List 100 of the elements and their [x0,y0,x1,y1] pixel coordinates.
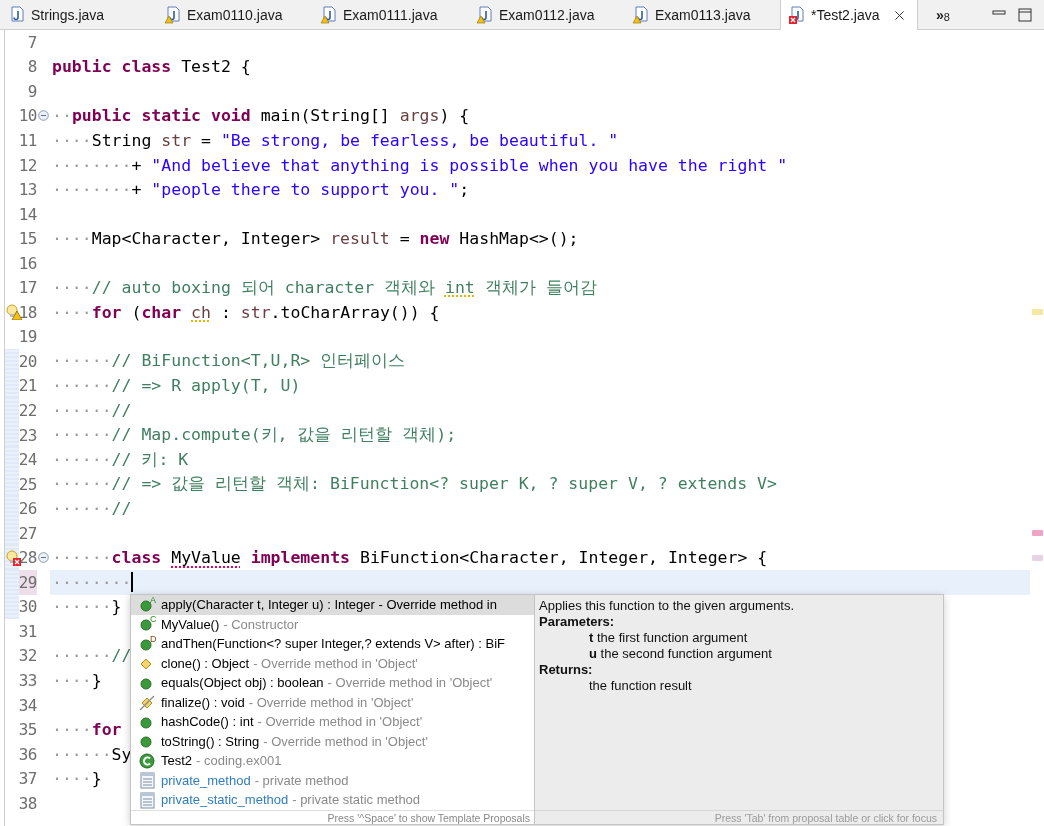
line-number: 9 [27,81,37,101]
line-number: 30 [18,597,37,617]
line-number: 28 [18,548,37,568]
java-file-warning-icon [477,5,493,24]
proposal-item[interactable]: C MyValue() - Constructor [131,614,534,634]
line-number: 37 [18,769,37,789]
line-number: 23 [18,425,37,445]
collapse-icon[interactable] [38,552,49,564]
editor-tab[interactable]: Exam0110.java [156,0,312,29]
line-number: 24 [18,450,37,470]
code-line: ······// 키: K [52,448,189,471]
line-number: 26 [18,499,37,519]
code-line: ····for (char ch : str.toCharArray()) { [52,302,440,322]
line-number: 7 [27,32,37,52]
overview-ruler-marker[interactable] [1031,309,1043,316]
hint-text: Press 'Tab' from proposal table or click for focus [714,811,937,824]
doc-text: u the second function argument [588,646,773,662]
proposal-item[interactable]: clone() : Object - Override method in 'Object' [131,653,534,673]
lightbulb-error-icon[interactable] [6,549,22,566]
line-number: 22 [18,400,37,420]
proposal-item[interactable]: private_method - private method [131,770,534,790]
overview-ruler-marker[interactable] [1031,530,1043,537]
line-number: 35 [18,720,37,740]
line-number: 13 [18,180,37,200]
java-file-warning-icon [165,5,181,24]
line-number: 8 [27,57,37,77]
editor-tab[interactable]: Exam0111.java [312,0,468,29]
proposal-item[interactable]: Test2 - coding.ex001 [131,751,534,771]
code-line: ······// [52,400,132,420]
line-number: 10 [18,106,37,126]
doc-summary: Applies this function to the given arguments. [539,598,796,614]
more-tabs-button[interactable]: »8 [918,0,950,29]
line-number: 19 [18,327,37,347]
line-number: 21 [18,376,37,396]
line-number: 29 [18,572,37,592]
editor-tab[interactable]: Strings.java [0,0,156,29]
code-line: ····} [52,769,102,789]
java-file-warning-icon [633,5,649,24]
code-line: ······class MyValue implements BiFunction<Character, Integer, Integer> { [52,548,768,568]
code-line: ····} [52,671,102,690]
lightbulb-warning-icon[interactable] [6,304,22,321]
proposal-item[interactable]: hashCode() : int - Override method in 'Object' [131,712,534,732]
code-line: ······// BiFunction<T,U,R> 인터페이스 [52,350,406,373]
code-line: ······} [52,597,122,617]
collapse-icon[interactable] [38,110,49,122]
java-file-error-icon [789,6,805,24]
maximize-icon[interactable] [1018,7,1032,22]
doc-heading: Parameters: [539,614,616,630]
struck-diamond-icon [139,693,157,712]
code-line: ··public static void main(String[] args) { [52,106,470,126]
line-number: 11 [18,130,37,150]
line-number: 36 [18,744,37,764]
line-number: 12 [18,155,37,175]
editor-tab[interactable]: Exam0112.java [468,0,624,29]
line-number: 33 [18,671,37,690]
proposal-item[interactable]: D andThen(Function<? super Integer,? extends V> after) : BiF [131,634,534,654]
template-icon [139,790,157,809]
proposal-item[interactable]: A apply(Character t, Integer u) : Integer - Override method in [131,595,534,615]
line-number: 34 [18,695,37,715]
line-number: 14 [18,204,37,224]
line-number: 17 [18,278,37,298]
java-file-icon [9,5,25,24]
template-icon [139,771,157,790]
doc-heading: Returns: [539,662,594,678]
line-number: 16 [18,253,37,273]
code-line: ······// Map.compute(키, 값을 리턴할 객체); [52,424,457,446]
line-number: 38 [18,793,37,813]
line-number: 18 [18,302,37,322]
line-number: 32 [18,646,37,666]
line-number: 31 [18,621,37,641]
overview-ruler-marker[interactable] [1031,554,1043,561]
doc-text: t the first function argument [588,630,749,646]
code-line: ····Map<Character, Integer> result = new HashMap<>(); [52,229,579,249]
code-line: ······// => R apply(T, U) [52,376,301,396]
code-line: ······Sy [52,744,132,764]
doc-text: the function result [588,678,693,694]
line-number: 25 [18,474,37,494]
editor-tab[interactable]: *Test2.java [780,0,918,30]
code-line: ····for [52,720,122,740]
text-cursor [131,572,134,593]
proposal-item[interactable]: private_static_method - private static method [131,790,534,810]
line-number: 27 [18,523,37,543]
proposal-item[interactable]: equals(Object obj) : boolean - Override method in 'Object' [131,673,534,693]
proposal-item[interactable]: finalize() : void - Override method in 'Object' [131,692,534,712]
code-line: ········ [52,572,132,592]
class-icon [139,751,157,770]
java-file-warning-icon [321,5,337,24]
editor-tab[interactable]: Exam0113.java [624,0,780,29]
line-number: 15 [18,229,37,249]
code-line: ········+ "And believe that anything is possible when you have the right " [52,155,788,175]
code-line: ······// [52,646,132,666]
code-line: public class Test2 { [52,57,251,77]
code-line: ······// => 값을 리턴할 객체: BiFunction<? super K, ? super V, ? extends V> [52,473,777,496]
code-line: ····String str = "Be strong, be fearless, be beautiful. " [52,130,619,150]
line-number: 20 [18,351,37,371]
proposal-item[interactable]: toString() : String - Override method in 'Object' [131,731,534,751]
code-line: ····// auto boxing 되어 character 객체와 int 객체가 들어감 [52,276,597,299]
code-line: ········+ "people there to support you. "; [52,180,470,200]
code-line: ······// [52,499,132,519]
hint-text: Press '^Space' to show Template Proposals [327,811,530,824]
